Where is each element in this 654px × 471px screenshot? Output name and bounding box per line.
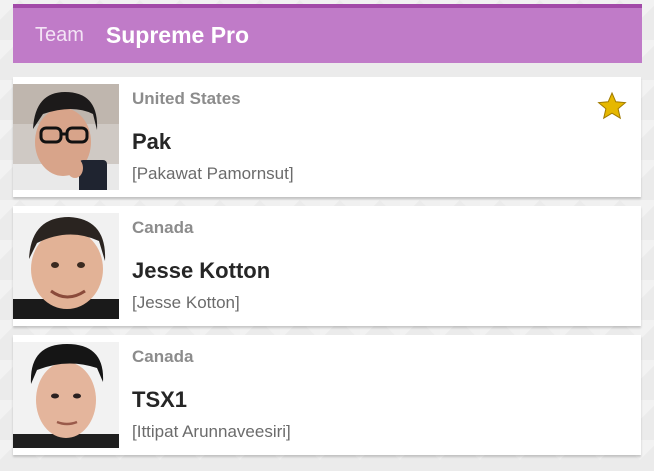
player-country: Canada bbox=[132, 347, 194, 366]
player-nickname: TSX1 bbox=[132, 387, 188, 412]
player-photo bbox=[13, 213, 119, 319]
player-card[interactable]: Canada TSX1 [Ittipat Arunnaveesiri] bbox=[13, 335, 641, 455]
player-country: United States bbox=[132, 89, 241, 108]
player-photo bbox=[13, 342, 119, 448]
player-card[interactable]: Canada Jesse Kotton [Jesse Kotton] bbox=[13, 206, 641, 326]
player-real-name: [Jesse Kotton] bbox=[132, 293, 240, 312]
player-nickname: Pak bbox=[132, 129, 172, 154]
player-photo bbox=[13, 84, 119, 190]
team-header: Team Supreme Pro bbox=[13, 4, 642, 63]
team-name: Supreme Pro bbox=[105, 22, 250, 48]
team-label: Team bbox=[35, 24, 84, 46]
player-nickname: Jesse Kotton bbox=[132, 258, 271, 283]
player-country: Canada bbox=[132, 218, 194, 237]
player-card[interactable]: United States Pak [Pakawat Pamornsut] bbox=[13, 77, 641, 197]
player-real-name: [Pakawat Pamornsut] bbox=[132, 164, 294, 183]
star-icon[interactable] bbox=[597, 91, 627, 121]
player-real-name: [Ittipat Arunnaveesiri] bbox=[132, 422, 291, 441]
